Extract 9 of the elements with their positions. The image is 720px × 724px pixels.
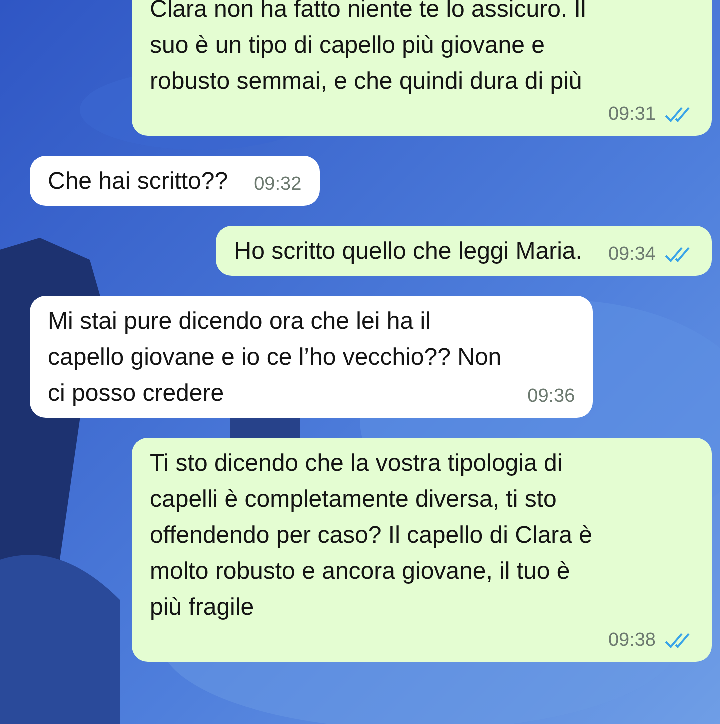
message-text: Che hai scritto?? [48, 167, 228, 197]
message-time: 09:32 [254, 173, 302, 197]
message-text: Mi stai pure dicendo ora che lei ha il capello giovane e io ce l’ho vecchio?? Non ci posso credere [48, 307, 502, 409]
message-time: 09:36 [528, 385, 576, 409]
message-text: Ti sto dicendo che la vostra tipologia di capelli è completamente diversa, ti sto offendendo per caso? Il capello di Clara è molto robusto e ancora giovane, il tuo è più fragile [150, 449, 593, 623]
message-text: Ho scritto quello che leggi Maria. [234, 237, 582, 267]
message-time: 09:38 [608, 629, 656, 653]
message-time: 09:31 [608, 103, 656, 127]
message-time: 09:34 [608, 243, 656, 267]
